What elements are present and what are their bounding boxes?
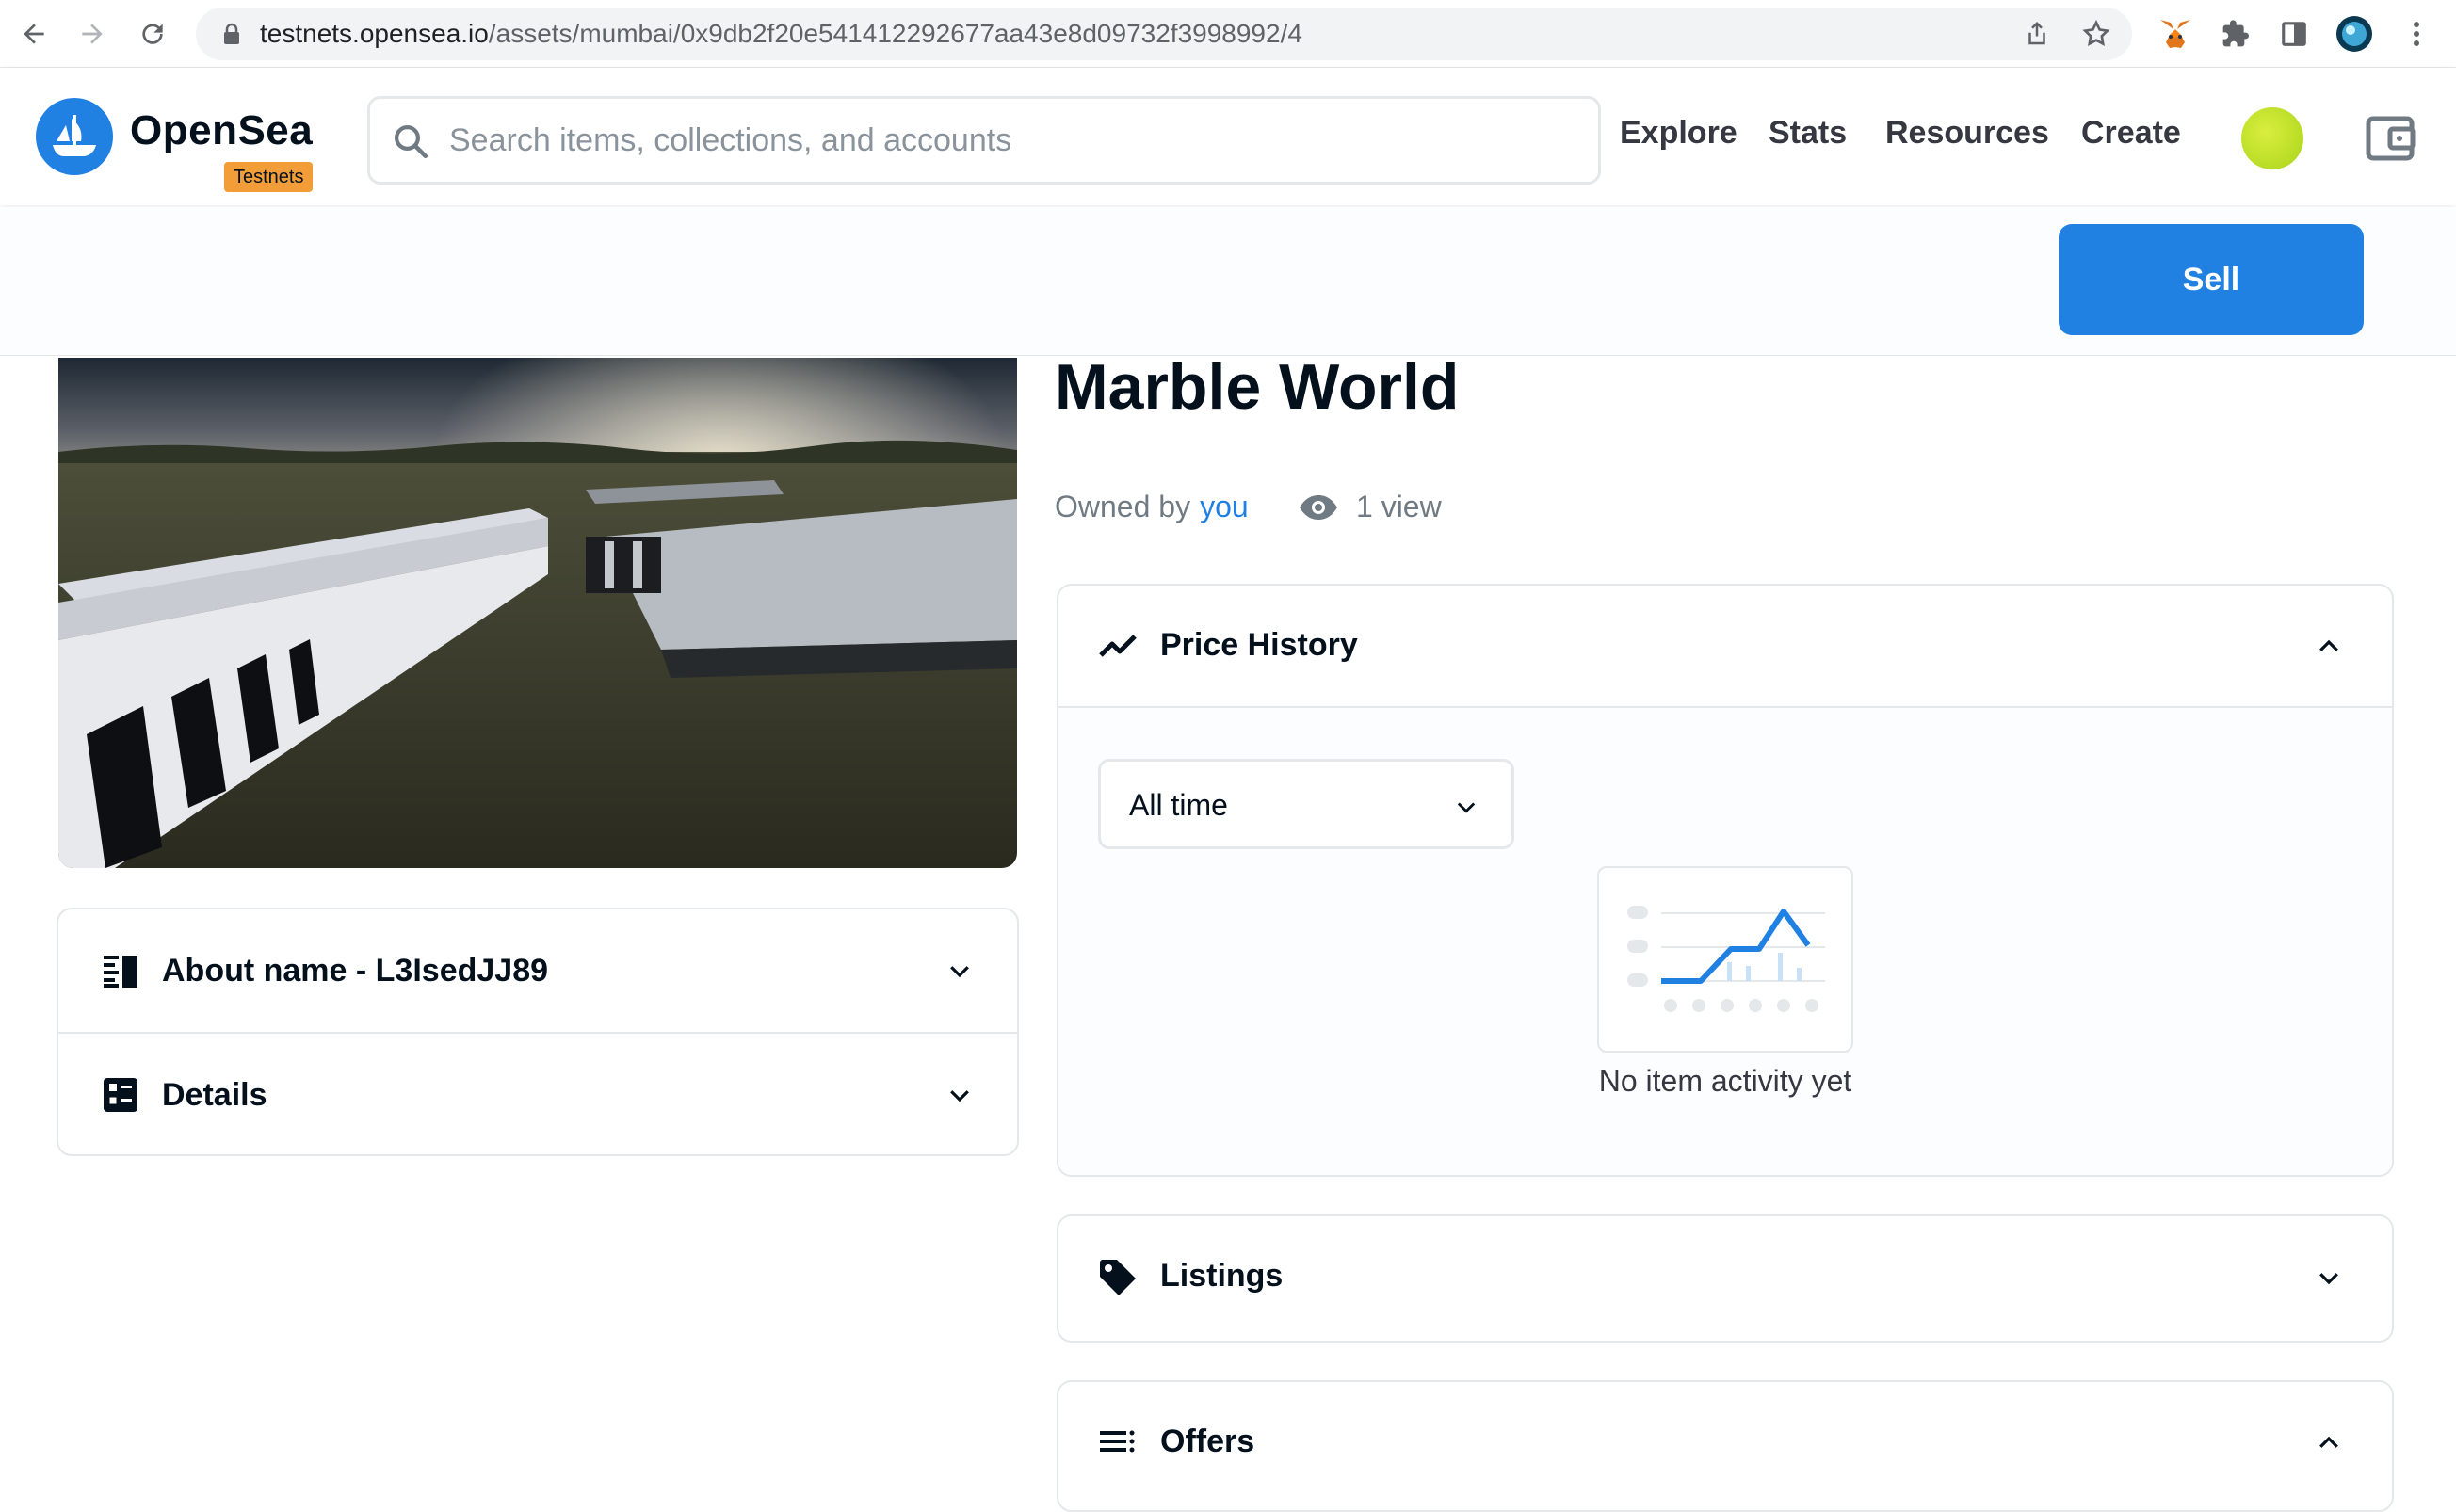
tag-icon — [1098, 1258, 1139, 1295]
sell-button[interactable]: Sell — [2059, 224, 2364, 335]
time-range-select[interactable]: All time — [1098, 759, 1514, 849]
owner-line: Owned by you — [1055, 490, 1249, 524]
nav-stats[interactable]: Stats — [1769, 115, 1847, 152]
description-list-icon — [102, 952, 139, 989]
asset-image[interactable] — [58, 358, 1017, 868]
offers-header[interactable]: Offers — [1058, 1382, 2392, 1503]
view-count: 1 view — [1298, 490, 1442, 524]
chevron-up-icon[interactable] — [2315, 1429, 2343, 1457]
eye-icon — [1298, 493, 1339, 522]
user-avatar[interactable] — [2241, 107, 2303, 169]
nav-explore[interactable]: Explore — [1620, 115, 1737, 152]
profile-avatar-icon[interactable] — [2334, 13, 2375, 55]
offers-title: Offers — [1160, 1424, 1255, 1459]
asset-title: Marble World — [1055, 351, 1460, 423]
details-section-title: Details — [162, 1076, 267, 1113]
about-section-title: About name - L3IsedJJ89 — [162, 952, 549, 989]
reload-icon[interactable] — [132, 13, 173, 55]
wallet-icon[interactable] — [2366, 113, 2416, 166]
chevron-down-icon[interactable] — [2315, 1263, 2343, 1292]
price-history-title: Price History — [1160, 627, 1358, 663]
price-history-header[interactable]: Price History — [1058, 586, 2392, 706]
listings-panel: Listings — [1057, 1214, 2394, 1343]
listings-title: Listings — [1160, 1258, 1284, 1294]
share-icon[interactable] — [2023, 19, 2051, 53]
forward-icon[interactable] — [72, 13, 113, 55]
search-bar[interactable] — [367, 96, 1601, 185]
address-bar[interactable]: testnets.opensea.io/assets/mumbai/0x9db2… — [196, 8, 2132, 60]
site-header: OpenSea Testnets Explore Stats Resources… — [0, 68, 2456, 205]
offers-list-icon — [1098, 1424, 1139, 1461]
side-panel-icon[interactable] — [2273, 13, 2315, 55]
search-icon — [391, 121, 430, 165]
url-text: testnets.opensea.io/assets/mumbai/0x9db2… — [260, 19, 1302, 48]
opensea-logo-icon[interactable] — [36, 98, 113, 175]
empty-chart-illustration — [1597, 866, 1853, 1053]
lock-icon[interactable] — [222, 23, 241, 49]
empty-state-text: No item activity yet — [1598, 1064, 1852, 1098]
item-action-bar: Sell — [0, 207, 2456, 356]
offers-panel: Offers — [1057, 1380, 2394, 1512]
chevron-up-icon[interactable] — [2315, 633, 2343, 661]
metamask-fox-icon[interactable] — [2155, 13, 2196, 55]
browser-toolbar: testnets.opensea.io/assets/mumbai/0x9db2… — [0, 0, 2456, 68]
extensions-puzzle-icon[interactable] — [2215, 13, 2256, 55]
asset-info-accordion: About name - L3IsedJJ89 Details — [57, 908, 1019, 1156]
price-history-panel: Price History All time No item activity … — [1057, 584, 2394, 1177]
chevron-down-icon[interactable] — [945, 1081, 974, 1109]
owner-link[interactable]: you — [1200, 490, 1249, 524]
chevron-down-icon[interactable] — [945, 957, 974, 985]
details-section-header[interactable]: Details — [58, 1034, 1017, 1156]
browser-menu-icon[interactable] — [2396, 13, 2437, 55]
logo-wordmark[interactable]: OpenSea — [130, 107, 313, 154]
details-grid-icon — [102, 1076, 139, 1114]
back-icon[interactable] — [13, 13, 55, 55]
bookmark-star-icon[interactable] — [2081, 19, 2111, 53]
nav-resources[interactable]: Resources — [1885, 115, 2049, 152]
nav-create[interactable]: Create — [2081, 115, 2181, 152]
chevron-down-icon — [1453, 794, 1479, 820]
listings-header[interactable]: Listings — [1058, 1216, 2392, 1337]
view-count-text: 1 view — [1356, 490, 1442, 523]
owned-by-label: Owned by — [1055, 490, 1191, 523]
time-range-value: All time — [1129, 788, 1228, 822]
about-section-header[interactable]: About name - L3IsedJJ89 — [58, 909, 1017, 1032]
search-input[interactable] — [449, 99, 1560, 182]
trend-line-icon — [1098, 627, 1139, 665]
testnets-badge: Testnets — [224, 162, 314, 192]
